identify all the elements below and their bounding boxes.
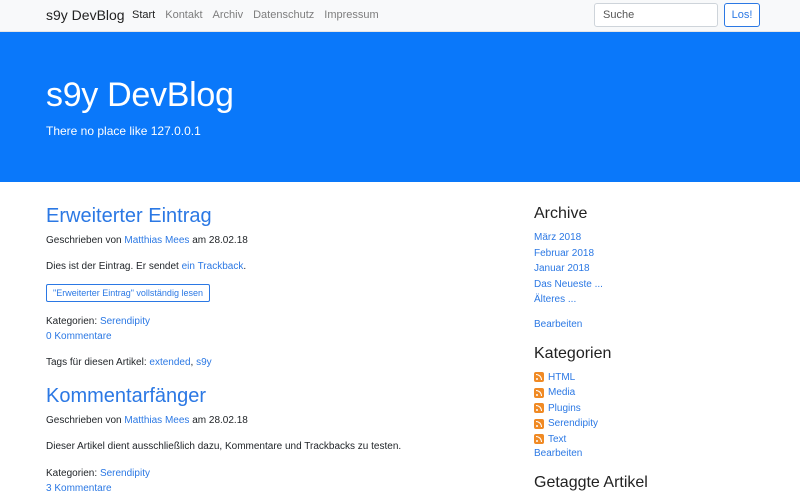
archive-link[interactable]: Das Neueste ... [534, 279, 603, 290]
sidebar: Archive März 2018 Februar 2018 Januar 20… [534, 204, 774, 493]
nav-item-datenschutz[interactable]: Datenschutz [253, 9, 314, 21]
read-more-button[interactable]: "Erweiterter Eintrag" vollständig lesen [46, 284, 210, 302]
post-title-link[interactable]: Kommentarfänger [46, 385, 206, 407]
tag-link[interactable]: extended [149, 357, 190, 368]
body-text: Dies ist der Eintrag. Er sendet [46, 261, 179, 272]
category-link[interactable]: Serendipity [548, 416, 598, 432]
archive-list: März 2018 Februar 2018 Januar 2018 Das N… [534, 230, 774, 308]
meta-mid: am [192, 235, 207, 246]
category-item: Text [534, 432, 774, 448]
comments-link[interactable]: 3 Kommentare [46, 483, 112, 494]
meta-prefix: Geschrieben von [46, 415, 122, 426]
category-item: Serendipity [534, 416, 774, 432]
author-link[interactable]: Matthias Mees [124, 415, 189, 426]
post-date: 28.02.18 [208, 235, 248, 246]
search-input[interactable] [594, 3, 718, 27]
rss-icon[interactable] [534, 372, 544, 383]
category-link[interactable]: Plugins [548, 401, 581, 417]
post-categories: Kategorien: Serendipity 3 Kommentare [46, 466, 486, 496]
brand-link[interactable]: s9y DevBlog [46, 7, 125, 23]
post-title-link[interactable]: Erweiterter Eintrag [46, 205, 212, 227]
rss-icon[interactable] [534, 418, 544, 429]
post-body: Dies ist der Eintrag. Er sendet ein Trac… [46, 260, 486, 274]
archive-heading: Archive [534, 205, 588, 222]
post-tags: Tags für diesen Artikel: extended, s9y [46, 356, 486, 370]
post-categories: Kategorien: Serendipity 0 Kommentare [46, 314, 486, 344]
nav-item-start[interactable]: Start [132, 9, 155, 21]
post: Kommentarfänger Geschrieben von Matthias… [46, 384, 486, 496]
rss-icon[interactable] [534, 434, 544, 445]
category-item: Plugins [534, 401, 774, 417]
trackback-link[interactable]: ein Trackback [182, 261, 244, 272]
categories-heading: Kategorien [534, 344, 612, 362]
category-link[interactable]: Text [548, 432, 566, 448]
main-content: Erweiterter Eintrag Geschrieben von Matt… [46, 204, 486, 496]
author-link[interactable]: Matthias Mees [124, 235, 189, 246]
post-date: 28.02.18 [208, 415, 248, 426]
main-nav: Start Kontakt Archiv Datenschutz Impress… [132, 9, 379, 21]
search-button[interactable]: Los! [724, 3, 760, 27]
archive-link[interactable]: Januar 2018 [534, 263, 590, 274]
category-link[interactable]: HTML [548, 370, 575, 386]
nav-item-impressum[interactable]: Impressum [324, 9, 378, 21]
nav-item-kontakt[interactable]: Kontakt [165, 9, 202, 21]
categories-edit-link[interactable]: Bearbeiten [534, 448, 582, 459]
category-item: HTML [534, 370, 774, 386]
post-body: Dieser Artikel dient ausschließlich dazu… [46, 441, 402, 452]
rss-icon[interactable] [534, 403, 544, 414]
meta-mid: am [192, 415, 207, 426]
category-link[interactable]: Serendipity [100, 468, 150, 479]
nav-item-archiv[interactable]: Archiv [213, 9, 244, 21]
tagged-heading: Getaggte Artikel [534, 474, 648, 491]
categories-label: Kategorien: [46, 468, 98, 479]
category-link[interactable]: Serendipity [100, 316, 150, 327]
tags-label: Tags für diesen Artikel: [46, 357, 147, 368]
tag-link[interactable]: s9y [196, 357, 212, 368]
hero-subtitle: There no place like 127.0.0.1 [46, 124, 201, 138]
archive-link[interactable]: März 2018 [534, 232, 581, 243]
category-item: Media [534, 385, 774, 401]
comments-link[interactable]: 0 Kommentare [46, 331, 112, 342]
post: Erweiterter Eintrag Geschrieben von Matt… [46, 204, 486, 370]
categories-label: Kategorien: [46, 316, 98, 327]
categories-list: HTML Media Plugins Serendipity Text [534, 370, 774, 448]
archive-link[interactable]: Älteres ... [534, 294, 576, 305]
category-link[interactable]: Media [548, 385, 575, 401]
post-meta: Geschrieben von Matthias Mees am 28.02.1… [46, 234, 486, 248]
tag-separator: , [190, 357, 194, 368]
hero-banner: s9y DevBlog There no place like 127.0.0.… [0, 32, 800, 182]
navbar: s9y DevBlog Start Kontakt Archiv Datensc… [0, 0, 800, 32]
post-meta: Geschrieben von Matthias Mees am 28.02.1… [46, 414, 486, 428]
archive-edit-link[interactable]: Bearbeiten [534, 319, 582, 330]
hero-title: s9y DevBlog [46, 76, 234, 114]
meta-prefix: Geschrieben von [46, 235, 122, 246]
body-suffix: . [243, 261, 247, 272]
archive-link[interactable]: Februar 2018 [534, 248, 594, 259]
rss-icon[interactable] [534, 387, 544, 398]
